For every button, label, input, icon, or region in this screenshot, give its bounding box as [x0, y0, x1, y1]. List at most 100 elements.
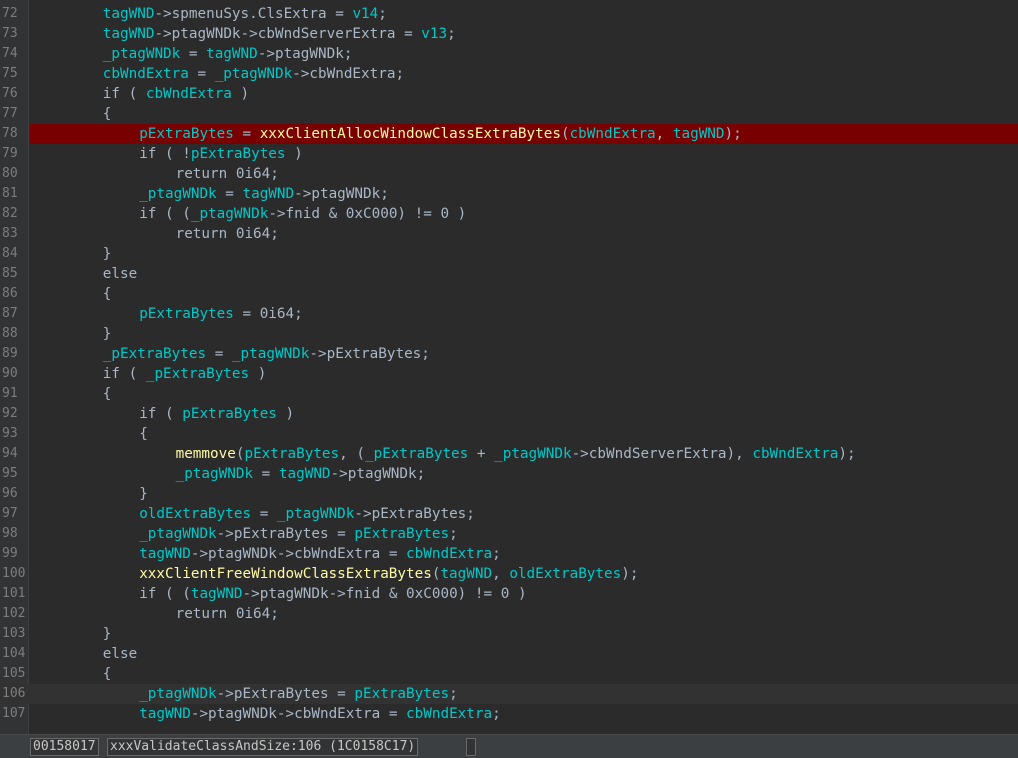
code-line[interactable]: 91 { — [0, 384, 1018, 404]
code-token: else — [102, 266, 138, 282]
code-identifier[interactable]: pExtraBytes — [139, 126, 234, 142]
code-line[interactable]: 75 cbWndExtra = _ptagWNDk->cbWndExtra; — [0, 64, 1018, 84]
code-text: if ( pExtraBytes ) — [139, 404, 294, 424]
code-identifier[interactable]: _ptagWNDk — [215, 66, 292, 82]
code-identifier[interactable]: tagWND — [103, 6, 155, 22]
code-line[interactable]: 103} — [0, 624, 1018, 644]
code-line[interactable]: 82 if ( (_ptagWNDk->fnid & 0xC000) != 0 ) — [0, 204, 1018, 224]
code-line[interactable]: 80 return 0i64; — [0, 164, 1018, 184]
code-identifier[interactable]: _ptagWNDk — [494, 446, 571, 462]
code-line[interactable]: 104 else — [0, 644, 1018, 664]
line-number: 84 — [2, 246, 18, 261]
status-function-location: xxxValidateClassAndSize:106 (1C0158C17) — [107, 738, 419, 756]
code-identifier[interactable]: _pExtraBytes — [146, 366, 249, 382]
code-line[interactable]: 87 pExtraBytes = 0i64; — [0, 304, 1018, 324]
code-line[interactable]: 90 if ( _pExtraBytes ) — [0, 364, 1018, 384]
code-token: = — [251, 506, 277, 522]
code-identifier[interactable]: tagWND — [673, 126, 725, 142]
code-function-call[interactable]: memmove — [176, 446, 236, 462]
code-identifier[interactable]: cbWndExtra — [570, 126, 656, 142]
code-identifier[interactable]: _ptagWNDk — [139, 686, 216, 702]
code-text: { — [103, 284, 112, 304]
code-line[interactable]: 83 return 0i64; — [0, 224, 1018, 244]
code-identifier[interactable]: cbWndExtra — [146, 86, 232, 102]
code-line[interactable]: 100 xxxClientFreeWindowClassExtraBytes(ta… — [0, 564, 1018, 584]
code-line[interactable]: 96} — [0, 484, 1018, 504]
code-line[interactable]: 92 if ( pExtraBytes ) — [0, 404, 1018, 424]
code-line[interactable]: 107 tagWND->ptagWNDk->cbWndExtra = cbWndE… — [0, 704, 1018, 724]
code-identifier[interactable]: _ptagWNDk — [232, 346, 309, 362]
code-identifier[interactable]: tagWND — [103, 26, 155, 42]
pseudocode-editor[interactable]: 72 tagWND->spmenuSys.ClsExtra = v14; 73 tag… — [0, 0, 1018, 734]
code-identifier[interactable]: cbWndExtra — [406, 706, 492, 722]
code-token: if ( ( — [139, 586, 191, 602]
code-line[interactable]: 84} — [0, 244, 1018, 264]
code-line[interactable]: 102 return 0i64; — [0, 604, 1018, 624]
code-identifier[interactable]: pExtraBytes — [182, 406, 277, 422]
code-line[interactable]: 101 if ( (tagWND->ptagWNDk->fnid & 0xC000… — [0, 584, 1018, 604]
code-identifier[interactable]: tagWND — [440, 566, 492, 582]
code-text: _ptagWNDk->pExtraBytes = pExtraBytes; — [139, 524, 458, 544]
code-identifier[interactable]: cbWndExtra — [103, 66, 189, 82]
line-number: 96 — [2, 486, 18, 501]
code-identifier[interactable]: pExtraBytes — [354, 526, 449, 542]
code-identifier[interactable]: _ptagWNDk — [176, 466, 253, 482]
line-number: 101 — [2, 586, 26, 601]
code-line[interactable]: 106 _ptagWNDk->pExtraBytes = pExtraBytes; — [0, 684, 1018, 704]
code-identifier[interactable]: tagWND — [139, 706, 191, 722]
code-text: xxxClientFreeWindowClassExtraBytes(tagWN… — [139, 564, 638, 584]
code-identifier[interactable]: tagWND — [206, 46, 258, 62]
code-identifier[interactable]: _ptagWNDk — [139, 526, 216, 542]
code-function-call[interactable]: xxxClientAllocWindowClassExtraBytes — [260, 126, 561, 142]
code-function-call[interactable]: xxxClientFreeWindowClassExtraBytes — [139, 566, 432, 582]
code-line[interactable]: 85 else — [0, 264, 1018, 284]
code-line[interactable]: 76 if ( cbWndExtra ) — [0, 84, 1018, 104]
code-identifier[interactable]: v13 — [421, 26, 447, 42]
code-token: return 0i64; — [175, 166, 279, 182]
code-identifier[interactable]: oldExtraBytes — [509, 566, 621, 582]
code-line[interactable]: 88} — [0, 324, 1018, 344]
code-line[interactable]: 99 tagWND->ptagWNDk->cbWndExtra = cbWndEx… — [0, 544, 1018, 564]
code-line[interactable]: 98 _ptagWNDk->pExtraBytes = pExtraBytes; — [0, 524, 1018, 544]
code-line[interactable]: 93 { — [0, 424, 1018, 444]
code-line[interactable]: 95 _ptagWNDk = tagWND->ptagWNDk; — [0, 464, 1018, 484]
code-identifier[interactable]: _ptagWNDk — [277, 506, 354, 522]
code-line[interactable]: 74 _ptagWNDk = tagWND->ptagWNDk; — [0, 44, 1018, 64]
code-identifier[interactable]: pExtraBytes — [191, 146, 286, 162]
code-line[interactable]: 81 _ptagWNDk = tagWND->ptagWNDk; — [0, 184, 1018, 204]
code-identifier[interactable]: tagWND — [139, 546, 191, 562]
code-line[interactable]: 79 if ( !pExtraBytes ) — [0, 144, 1018, 164]
code-identifier[interactable]: cbWndExtra — [406, 546, 492, 562]
code-identifier[interactable]: pExtraBytes — [244, 446, 339, 462]
code-line[interactable]: 78 pExtraBytes = xxxClientAllocWindowClas… — [0, 124, 1018, 144]
code-text: _ptagWNDk = tagWND->ptagWNDk; — [103, 44, 353, 64]
code-line[interactable]: 72 tagWND->spmenuSys.ClsExtra = v14; — [0, 4, 1018, 24]
code-identifier[interactable]: cbWndExtra — [752, 446, 838, 462]
code-line[interactable]: 77 { — [0, 104, 1018, 124]
code-identifier[interactable]: pExtraBytes — [139, 306, 234, 322]
code-line[interactable]: 86 { — [0, 284, 1018, 304]
code-identifier[interactable]: _pExtraBytes — [103, 346, 206, 362]
code-identifier[interactable]: oldExtraBytes — [139, 506, 251, 522]
code-token: { — [102, 666, 112, 682]
code-identifier[interactable]: tagWND — [191, 586, 243, 602]
code-token: if ( ! — [139, 146, 191, 162]
code-identifier[interactable]: tagWND — [242, 186, 294, 202]
code-text: if ( _pExtraBytes ) — [103, 364, 267, 384]
code-identifier[interactable]: _ptagWNDk — [103, 46, 180, 62]
line-number: 103 — [2, 626, 26, 641]
code-identifier[interactable]: _ptagWNDk — [191, 206, 268, 222]
code-identifier[interactable]: tagWND — [279, 466, 331, 482]
code-identifier[interactable]: _pExtraBytes — [365, 446, 468, 462]
code-line[interactable]: 73 tagWND->ptagWNDk->cbWndServerExtra = v… — [0, 24, 1018, 44]
code-line[interactable]: 105 { — [0, 664, 1018, 684]
code-identifier[interactable]: _ptagWNDk — [139, 186, 216, 202]
code-identifier[interactable]: v14 — [352, 6, 378, 22]
line-number: 81 — [2, 186, 18, 201]
code-identifier[interactable]: pExtraBytes — [354, 686, 449, 702]
code-line[interactable]: 97 oldExtraBytes = _ptagWNDk->pExtraBytes… — [0, 504, 1018, 524]
code-text: _pExtraBytes = _ptagWNDk->pExtraBytes; — [103, 344, 430, 364]
code-text: return 0i64; — [176, 604, 279, 624]
code-line[interactable]: 89 _pExtraBytes = _ptagWNDk->pExtraBytes; — [0, 344, 1018, 364]
code-line[interactable]: 94 memmove(pExtraBytes, (_pExtraBytes + _… — [0, 444, 1018, 464]
